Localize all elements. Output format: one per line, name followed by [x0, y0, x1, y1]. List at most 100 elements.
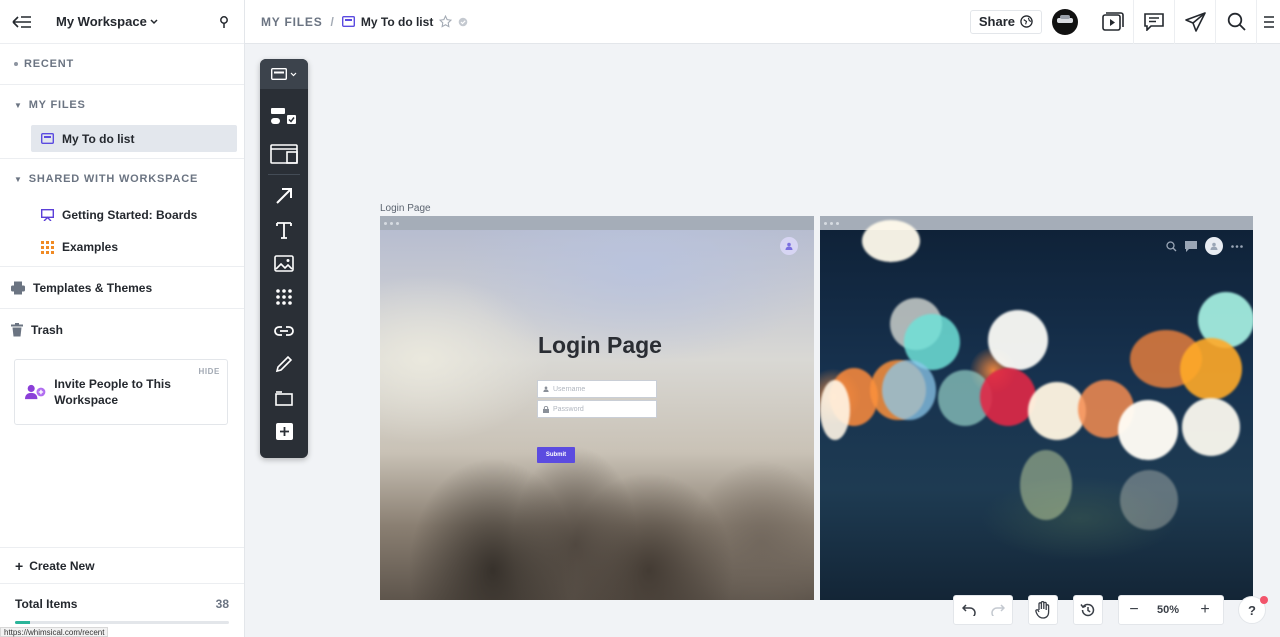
collapse-sidebar-icon[interactable]: [10, 10, 34, 34]
wireframe-icon: [270, 144, 298, 164]
sidebar-item-label: Getting Started: Boards: [62, 208, 198, 222]
section-tool[interactable]: [260, 383, 308, 413]
caret-down-icon: ▼: [14, 100, 23, 110]
submit-button[interactable]: Submit: [537, 447, 575, 463]
star-icon[interactable]: [439, 15, 453, 28]
top-bar: MY FILES / My To do list Share: [245, 0, 1280, 44]
sidebar-item-examples[interactable]: Examples: [31, 231, 237, 263]
printer-icon: [11, 281, 25, 294]
search-button[interactable]: [1215, 0, 1256, 44]
zoom-out-button[interactable]: −: [1119, 596, 1149, 624]
hand-icon: [1029, 596, 1057, 624]
username-placeholder: Username: [553, 385, 586, 393]
add-people-icon: [25, 384, 46, 400]
caret-down-icon: ▼: [14, 174, 23, 184]
zoom-level[interactable]: 50%: [1149, 604, 1187, 616]
icons-tool[interactable]: [260, 282, 308, 312]
present-button[interactable]: [1092, 0, 1133, 44]
zoom-in-button[interactable]: +: [1187, 596, 1223, 624]
image-tool[interactable]: [260, 248, 308, 278]
globe-icon: [1020, 15, 1033, 28]
bokeh-image-frame[interactable]: [820, 216, 1253, 600]
help-button[interactable]: ?: [1238, 596, 1268, 624]
flowchart-tool[interactable]: [260, 101, 308, 131]
link-icon: [274, 326, 294, 336]
play-presentation-icon: [1101, 11, 1124, 31]
history-button[interactable]: [1073, 595, 1103, 625]
sidebar-section-my-files[interactable]: ▼ MY FILES: [0, 85, 244, 125]
wireframe-tool[interactable]: [260, 139, 308, 169]
breadcrumb-separator: /: [330, 14, 334, 29]
doc-title: My To do list: [360, 14, 434, 29]
comments-button[interactable]: [1133, 0, 1174, 44]
total-items-count: 38: [215, 597, 229, 611]
board-icon: [341, 16, 355, 27]
undo-button[interactable]: [954, 596, 983, 624]
send-button[interactable]: [1174, 0, 1215, 44]
sidebar-item-templates[interactable]: Templates & Themes: [0, 267, 244, 308]
breadcrumb-current[interactable]: My To do list: [341, 14, 468, 29]
verified-icon: [459, 17, 468, 26]
avatar[interactable]: [1052, 8, 1078, 35]
text-tool[interactable]: [260, 215, 308, 245]
password-placeholder: Password: [553, 405, 584, 413]
pan-button[interactable]: [1028, 595, 1058, 625]
undo-redo-group: [953, 595, 1013, 625]
bullet-icon: [14, 62, 18, 66]
link-tool[interactable]: [260, 316, 308, 346]
sidebar-item-label: My To do list: [62, 131, 135, 146]
password-field[interactable]: Password: [537, 400, 657, 418]
total-items-label: Total Items: [15, 597, 78, 611]
sidebar-item-label: Examples: [62, 240, 119, 254]
sidebar-section-recent[interactable]: RECENT: [0, 44, 244, 84]
sidebar-item-trash[interactable]: Trash: [0, 309, 244, 350]
workspace-switcher[interactable]: My Workspace: [56, 14, 158, 29]
create-new-button[interactable]: + Create New: [0, 547, 244, 583]
pin-icon[interactable]: [214, 12, 234, 32]
chevron-down-icon: [150, 18, 158, 24]
username-field[interactable]: Username: [537, 380, 657, 398]
section-icon: [275, 390, 293, 406]
more-horizontal-icon: [1231, 244, 1243, 248]
text-icon: [276, 222, 292, 239]
window-chrome: [380, 216, 814, 230]
sidebar-item-my-to-do-list[interactable]: My To do list: [31, 125, 237, 152]
presentation-board-icon: [41, 209, 54, 221]
grid-icon: [41, 240, 54, 254]
redo-icon: [990, 604, 1005, 616]
board-type-dropdown[interactable]: [260, 59, 308, 89]
pencil-tool[interactable]: [260, 349, 308, 379]
sidebar-item-getting-started[interactable]: Getting Started: Boards: [31, 199, 237, 231]
lock-icon: [543, 405, 549, 413]
usage-progress-fill: [15, 621, 30, 624]
search-icon: [1227, 12, 1246, 31]
section-label: SHARED WITH WORKSPACE: [28, 173, 199, 185]
image-icon: [274, 254, 294, 272]
create-new-label: Create New: [29, 558, 95, 573]
redo-button[interactable]: [983, 596, 1012, 624]
section-label: MY FILES: [28, 99, 86, 111]
sidebar-section-shared[interactable]: ▼ SHARED WITH WORKSPACE: [0, 159, 244, 199]
login-page-frame[interactable]: Login Page Username Password Submit: [380, 216, 814, 600]
frame-label[interactable]: Login Page: [380, 203, 431, 214]
user-avatar-icon: [780, 237, 798, 255]
invite-text: Invite People to This Workspace: [54, 377, 171, 407]
paper-plane-icon: [1184, 11, 1206, 32]
main-menu-button[interactable]: [1256, 0, 1280, 44]
notification-dot: [1260, 596, 1268, 604]
sidebar: My Workspace RECENT ▼ MY FILES My To do …: [0, 0, 245, 637]
frame-toolbar: [1166, 237, 1243, 255]
chevron-down-icon: [290, 72, 297, 76]
sidebar-header: My Workspace: [0, 0, 244, 44]
share-button[interactable]: Share: [969, 9, 1042, 34]
more-tools-button[interactable]: [260, 416, 308, 446]
breadcrumb-root[interactable]: MY FILES: [261, 15, 323, 29]
help-label: ?: [1248, 602, 1256, 618]
hide-button[interactable]: HIDE: [198, 367, 220, 376]
comment-icon: [1144, 13, 1164, 31]
arrow-icon: [276, 188, 292, 204]
history-icon: [1074, 596, 1102, 624]
invite-card[interactable]: HIDE Invite People to This Workspace: [14, 359, 228, 425]
flowchart-icon: [271, 108, 296, 124]
connector-tool[interactable]: [260, 181, 308, 211]
